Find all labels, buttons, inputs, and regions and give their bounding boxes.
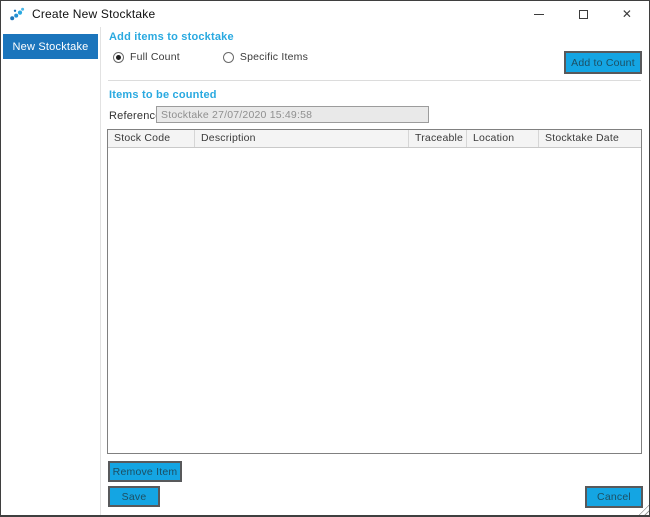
window-controls: ✕ xyxy=(517,1,649,27)
specific-items-radio[interactable] xyxy=(222,51,234,63)
add-to-count-button[interactable]: Add to Count xyxy=(564,51,642,74)
add-to-count-button-label: Add to Count xyxy=(571,56,635,69)
close-button[interactable]: ✕ xyxy=(605,1,649,27)
add-items-heading: Add items to stocktake xyxy=(109,31,234,43)
maximize-button[interactable] xyxy=(561,1,605,27)
sidebar-item-new-stocktake[interactable]: New Stocktake xyxy=(3,34,98,59)
save-button[interactable]: Save xyxy=(108,486,160,507)
app-logo-icon xyxy=(10,7,25,21)
window-title: Create New Stocktake xyxy=(32,7,156,21)
save-button-label: Save xyxy=(121,490,147,503)
minimize-button[interactable] xyxy=(517,1,561,27)
minimize-icon xyxy=(534,13,544,15)
stocktake-items-grid: Stock Code Description Traceable Locatio… xyxy=(107,129,642,454)
cancel-button[interactable]: Cancel xyxy=(585,486,643,508)
sidebar: New Stocktake xyxy=(1,27,101,515)
column-header-stocktake-date[interactable]: Stocktake Date xyxy=(539,130,641,147)
count-type-radio-group: Full Count Specific Items xyxy=(113,51,308,63)
maximize-icon xyxy=(578,9,588,19)
sidebar-item-label: New Stocktake xyxy=(12,40,89,53)
main-content: Add items to stocktake Full Count Specif… xyxy=(102,27,649,515)
remove-item-button-label: Remove Item xyxy=(112,465,178,478)
grid-header-row: Stock Code Description Traceable Locatio… xyxy=(108,130,641,148)
section-divider xyxy=(108,80,641,81)
reference-input[interactable] xyxy=(156,106,429,123)
title-bar: Create New Stocktake ✕ xyxy=(1,1,649,27)
full-count-radio[interactable] xyxy=(113,51,124,63)
column-header-traceable[interactable]: Traceable xyxy=(409,130,467,147)
column-header-location[interactable]: Location xyxy=(467,130,539,147)
create-new-stocktake-window: Create New Stocktake ✕ New Stocktake Add… xyxy=(0,0,650,517)
cancel-button-label: Cancel xyxy=(597,491,631,503)
column-header-description[interactable]: Description xyxy=(195,130,409,147)
column-header-stock-code[interactable]: Stock Code xyxy=(108,130,195,147)
remove-item-button[interactable]: Remove Item xyxy=(108,461,182,482)
full-count-radio-label: Full Count xyxy=(130,51,180,63)
specific-items-radio-label: Specific Items xyxy=(239,51,309,63)
items-to-be-counted-heading: Items to be counted xyxy=(109,89,217,101)
close-icon: ✕ xyxy=(621,7,633,21)
